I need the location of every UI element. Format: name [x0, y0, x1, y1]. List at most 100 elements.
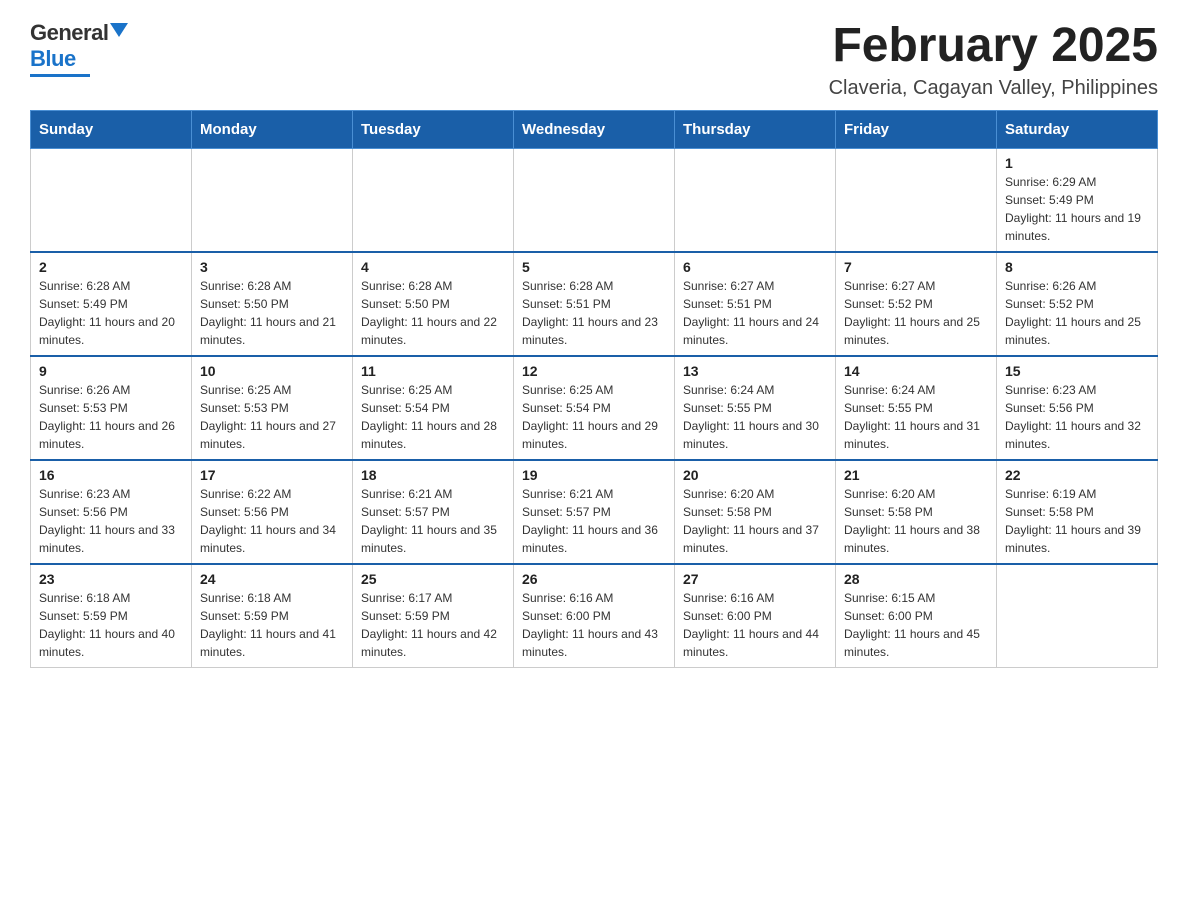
calendar-cell: 17 Sunrise: 6:22 AMSunset: 5:56 PMDayligh… [192, 460, 353, 564]
calendar-cell [836, 148, 997, 252]
calendar-cell [353, 148, 514, 252]
day-number: 1 [1005, 155, 1149, 171]
calendar-cell: 9 Sunrise: 6:26 AMSunset: 5:53 PMDaylight… [31, 356, 192, 460]
calendar-cell: 3 Sunrise: 6:28 AMSunset: 5:50 PMDaylight… [192, 252, 353, 356]
calendar-cell: 2 Sunrise: 6:28 AMSunset: 5:49 PMDaylight… [31, 252, 192, 356]
calendar-week-row: 16 Sunrise: 6:23 AMSunset: 5:56 PMDayligh… [31, 460, 1158, 564]
calendar-cell [514, 148, 675, 252]
day-info: Sunrise: 6:18 AMSunset: 5:59 PMDaylight:… [200, 589, 344, 661]
day-info: Sunrise: 6:26 AMSunset: 5:52 PMDaylight:… [1005, 277, 1149, 349]
calendar-cell: 13 Sunrise: 6:24 AMSunset: 5:55 PMDayligh… [675, 356, 836, 460]
day-info: Sunrise: 6:29 AMSunset: 5:49 PMDaylight:… [1005, 173, 1149, 245]
day-info: Sunrise: 6:28 AMSunset: 5:51 PMDaylight:… [522, 277, 666, 349]
day-info: Sunrise: 6:19 AMSunset: 5:58 PMDaylight:… [1005, 485, 1149, 557]
day-number: 24 [200, 571, 344, 587]
calendar-cell: 10Sunrise: 6:25 AMSunset: 5:53 PMDayligh… [192, 356, 353, 460]
day-number: 3 [200, 259, 344, 275]
day-number: 17 [200, 467, 344, 483]
day-number: 6 [683, 259, 827, 275]
day-info: Sunrise: 6:24 AMSunset: 5:55 PMDaylight:… [683, 381, 827, 453]
day-number: 13 [683, 363, 827, 379]
day-info: Sunrise: 6:27 AMSunset: 5:51 PMDaylight:… [683, 277, 827, 349]
day-info: Sunrise: 6:22 AMSunset: 5:56 PMDaylight:… [200, 485, 344, 557]
logo-triangle-icon [110, 23, 128, 37]
day-info: Sunrise: 6:25 AMSunset: 5:54 PMDaylight:… [522, 381, 666, 453]
calendar-cell: 1 Sunrise: 6:29 AMSunset: 5:49 PMDaylight… [997, 148, 1158, 252]
logo-underline [30, 74, 90, 77]
calendar-cell: 8 Sunrise: 6:26 AMSunset: 5:52 PMDaylight… [997, 252, 1158, 356]
calendar-cell [675, 148, 836, 252]
logo: General Blue [30, 20, 128, 77]
day-info: Sunrise: 6:18 AMSunset: 5:59 PMDaylight:… [39, 589, 183, 661]
day-info: Sunrise: 6:28 AMSunset: 5:50 PMDaylight:… [361, 277, 505, 349]
day-number: 22 [1005, 467, 1149, 483]
day-info: Sunrise: 6:25 AMSunset: 5:53 PMDaylight:… [200, 381, 344, 453]
calendar-cell [31, 148, 192, 252]
calendar-cell: 19Sunrise: 6:21 AMSunset: 5:57 PMDayligh… [514, 460, 675, 564]
calendar-cell [192, 148, 353, 252]
day-info: Sunrise: 6:26 AMSunset: 5:53 PMDaylight:… [39, 381, 183, 453]
weekday-header-friday: Friday [836, 110, 997, 148]
weekday-header-wednesday: Wednesday [514, 110, 675, 148]
calendar-header-row: SundayMondayTuesdayWednesdayThursdayFrid… [31, 110, 1158, 148]
day-number: 25 [361, 571, 505, 587]
weekday-header-monday: Monday [192, 110, 353, 148]
day-number: 26 [522, 571, 666, 587]
day-number: 16 [39, 467, 183, 483]
calendar-cell: 20 Sunrise: 6:20 AMSunset: 5:58 PMDayligh… [675, 460, 836, 564]
weekday-header-sunday: Sunday [31, 110, 192, 148]
day-info: Sunrise: 6:24 AMSunset: 5:55 PMDaylight:… [844, 381, 988, 453]
day-number: 27 [683, 571, 827, 587]
location-subtitle: Claveria, Cagayan Valley, Philippines [829, 77, 1158, 100]
day-info: Sunrise: 6:27 AMSunset: 5:52 PMDaylight:… [844, 277, 988, 349]
calendar-cell: 7 Sunrise: 6:27 AMSunset: 5:52 PMDaylight… [836, 252, 997, 356]
day-info: Sunrise: 6:20 AMSunset: 5:58 PMDaylight:… [683, 485, 827, 557]
day-number: 18 [361, 467, 505, 483]
weekday-header-saturday: Saturday [997, 110, 1158, 148]
day-number: 7 [844, 259, 988, 275]
day-info: Sunrise: 6:16 AMSunset: 6:00 PMDaylight:… [683, 589, 827, 661]
calendar-table: SundayMondayTuesdayWednesdayThursdayFrid… [30, 110, 1158, 668]
day-number: 14 [844, 363, 988, 379]
calendar-cell: 22 Sunrise: 6:19 AMSunset: 5:58 PMDayligh… [997, 460, 1158, 564]
calendar-cell: 21 Sunrise: 6:20 AMSunset: 5:58 PMDayligh… [836, 460, 997, 564]
logo-general-text: General [30, 20, 108, 46]
day-info: Sunrise: 6:21 AMSunset: 5:57 PMDaylight:… [361, 485, 505, 557]
calendar-cell: 25Sunrise: 6:17 AMSunset: 5:59 PMDayligh… [353, 564, 514, 668]
day-info: Sunrise: 6:20 AMSunset: 5:58 PMDaylight:… [844, 485, 988, 557]
calendar-week-row: 9 Sunrise: 6:26 AMSunset: 5:53 PMDaylight… [31, 356, 1158, 460]
calendar-cell: 14 Sunrise: 6:24 AMSunset: 5:55 PMDayligh… [836, 356, 997, 460]
day-number: 28 [844, 571, 988, 587]
calendar-cell: 12 Sunrise: 6:25 AMSunset: 5:54 PMDayligh… [514, 356, 675, 460]
day-number: 4 [361, 259, 505, 275]
calendar-cell: 16 Sunrise: 6:23 AMSunset: 5:56 PMDayligh… [31, 460, 192, 564]
day-number: 21 [844, 467, 988, 483]
day-number: 19 [522, 467, 666, 483]
calendar-cell: 18 Sunrise: 6:21 AMSunset: 5:57 PMDayligh… [353, 460, 514, 564]
calendar-cell: 4 Sunrise: 6:28 AMSunset: 5:50 PMDaylight… [353, 252, 514, 356]
weekday-header-thursday: Thursday [675, 110, 836, 148]
day-info: Sunrise: 6:23 AMSunset: 5:56 PMDaylight:… [39, 485, 183, 557]
day-info: Sunrise: 6:25 AMSunset: 5:54 PMDaylight:… [361, 381, 505, 453]
day-number: 8 [1005, 259, 1149, 275]
weekday-header-tuesday: Tuesday [353, 110, 514, 148]
day-number: 20 [683, 467, 827, 483]
calendar-cell: 27 Sunrise: 6:16 AMSunset: 6:00 PMDayligh… [675, 564, 836, 668]
day-number: 23 [39, 571, 183, 587]
day-number: 15 [1005, 363, 1149, 379]
day-number: 2 [39, 259, 183, 275]
calendar-week-row: 1 Sunrise: 6:29 AMSunset: 5:49 PMDaylight… [31, 148, 1158, 252]
day-info: Sunrise: 6:28 AMSunset: 5:50 PMDaylight:… [200, 277, 344, 349]
logo-blue-text: Blue [30, 46, 76, 72]
calendar-cell: 11Sunrise: 6:25 AMSunset: 5:54 PMDayligh… [353, 356, 514, 460]
day-info: Sunrise: 6:16 AMSunset: 6:00 PMDaylight:… [522, 589, 666, 661]
calendar-cell: 26 Sunrise: 6:16 AMSunset: 6:00 PMDayligh… [514, 564, 675, 668]
calendar-cell: 28Sunrise: 6:15 AMSunset: 6:00 PMDayligh… [836, 564, 997, 668]
calendar-cell: 5Sunrise: 6:28 AMSunset: 5:51 PMDaylight… [514, 252, 675, 356]
calendar-week-row: 23 Sunrise: 6:18 AMSunset: 5:59 PMDayligh… [31, 564, 1158, 668]
calendar-cell: 6 Sunrise: 6:27 AMSunset: 5:51 PMDaylight… [675, 252, 836, 356]
calendar-cell: 15Sunrise: 6:23 AMSunset: 5:56 PMDayligh… [997, 356, 1158, 460]
day-number: 9 [39, 363, 183, 379]
day-info: Sunrise: 6:28 AMSunset: 5:49 PMDaylight:… [39, 277, 183, 349]
day-number: 12 [522, 363, 666, 379]
